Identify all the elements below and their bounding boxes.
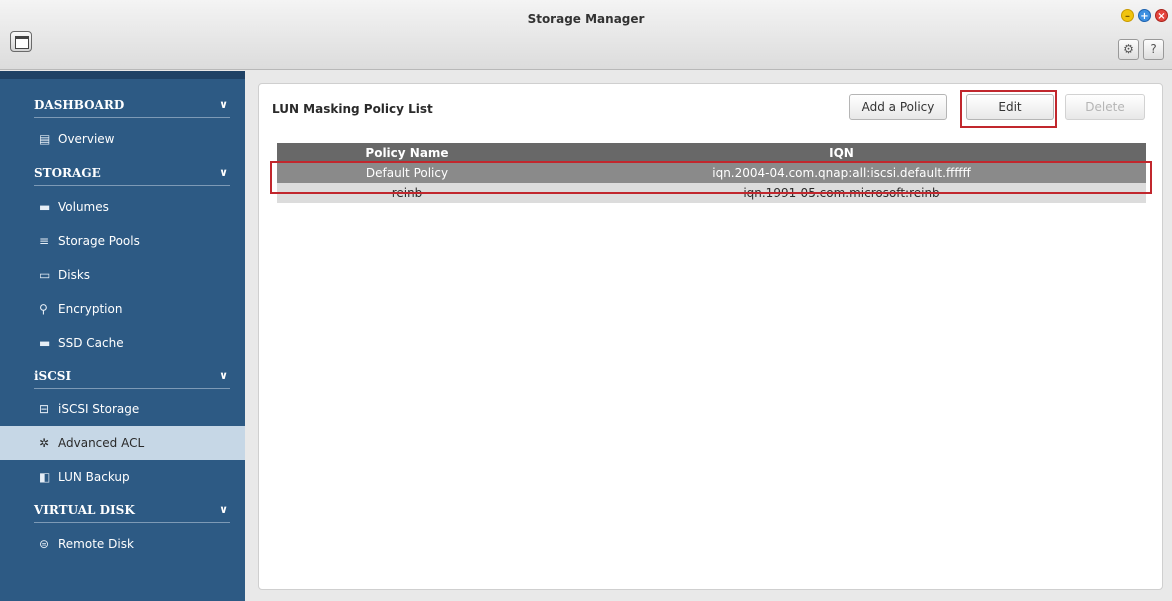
sidebar-item-lun-backup[interactable]: ◧ LUN Backup xyxy=(0,460,245,494)
sidebar-item-remote-disk[interactable]: ⊜ Remote Disk xyxy=(0,527,245,561)
iscsi-storage-icon: ⊟ xyxy=(39,402,50,416)
close-icon[interactable]: × xyxy=(1155,9,1168,22)
column-header-iqn[interactable]: IQN xyxy=(537,143,1146,163)
sidebar-category-storage[interactable]: STORAGE ∨ xyxy=(34,160,230,186)
sidebar-item-label: iSCSI Storage xyxy=(58,402,140,416)
category-label: VIRTUAL DISK xyxy=(34,503,135,517)
app-menu-icon[interactable] xyxy=(10,31,32,52)
sidebar-item-label: LUN Backup xyxy=(58,470,130,484)
storage-pools-icon: ≡ xyxy=(39,234,50,248)
sidebar-item-storage-pools[interactable]: ≡ Storage Pools xyxy=(0,224,245,258)
sidebar-item-label: Volumes xyxy=(58,200,109,214)
sidebar-category-virtual-disk[interactable]: VIRTUAL DISK ∨ xyxy=(34,497,230,523)
ssd-cache-icon: ▬ xyxy=(39,336,51,350)
sidebar-item-label: SSD Cache xyxy=(58,336,124,350)
sidebar-top-strip xyxy=(0,71,245,79)
sidebar-item-encryption[interactable]: ⚲ Encryption xyxy=(0,292,245,326)
maximize-icon[interactable]: + xyxy=(1138,9,1151,22)
volumes-icon: ▬ xyxy=(39,200,51,214)
chevron-down-icon: ∨ xyxy=(219,503,228,516)
sidebar-item-label: Remote Disk xyxy=(58,537,134,551)
page-title: LUN Masking Policy List xyxy=(272,102,433,116)
lun-backup-icon: ◧ xyxy=(39,470,51,484)
title-bar: Storage Manager – + × ⚙ ? xyxy=(0,0,1172,70)
sidebar-item-label: Encryption xyxy=(58,302,123,316)
sidebar-item-advanced-acl[interactable]: ✲ Advanced ACL xyxy=(0,426,245,460)
sidebar-item-ssd-cache[interactable]: ▬ SSD Cache xyxy=(0,326,245,360)
chevron-down-icon: ∨ xyxy=(219,166,228,179)
remote-disk-icon: ⊜ xyxy=(39,537,50,551)
gear-icon: ⚙ xyxy=(1123,42,1134,56)
gear-icon: ✲ xyxy=(39,436,50,450)
delete-button[interactable]: Delete xyxy=(1065,94,1145,120)
chevron-down-icon: ∨ xyxy=(219,369,228,382)
sidebar-item-label: Disks xyxy=(58,268,91,282)
key-icon: ⚲ xyxy=(39,302,48,316)
sidebar-item-disks[interactable]: ▭ Disks xyxy=(0,258,245,292)
table-header: Policy Name IQN xyxy=(277,143,1146,163)
help-button[interactable]: ? xyxy=(1143,39,1164,60)
edit-highlight-frame xyxy=(960,90,1057,128)
settings-gear-button[interactable]: ⚙ xyxy=(1118,39,1139,60)
add-policy-button[interactable]: Add a Policy xyxy=(849,94,947,120)
sidebar-item-label: Overview xyxy=(58,132,115,146)
main-panel: LUN Masking Policy List Add a Policy Edi… xyxy=(258,83,1163,590)
chevron-down-icon: ∨ xyxy=(219,98,228,111)
overview-icon: ▤ xyxy=(39,132,51,146)
column-header-policy-name[interactable]: Policy Name xyxy=(277,143,537,163)
window-title: Storage Manager xyxy=(527,12,645,26)
category-label: iSCSI xyxy=(34,369,72,383)
sidebar-item-label: Advanced ACL xyxy=(58,436,145,450)
disks-icon: ▭ xyxy=(39,268,51,282)
sidebar-category-dashboard[interactable]: DASHBOARD ∨ xyxy=(34,92,230,118)
sidebar-item-overview[interactable]: ▤ Overview xyxy=(0,122,245,156)
selected-row-highlight-frame xyxy=(270,161,1152,194)
sidebar-item-volumes[interactable]: ▬ Volumes xyxy=(0,190,245,224)
sidebar-item-label: Storage Pools xyxy=(58,234,140,248)
help-icon: ? xyxy=(1150,42,1157,56)
sidebar-item-iscsi-storage[interactable]: ⊟ iSCSI Storage xyxy=(0,392,245,426)
sidebar-category-iscsi[interactable]: iSCSI ∨ xyxy=(34,363,230,389)
category-label: STORAGE xyxy=(34,166,101,180)
category-label: DASHBOARD xyxy=(34,98,125,112)
sidebar: DASHBOARD ∨ ▤ Overview STORAGE ∨ ▬ Volum… xyxy=(0,71,245,601)
minimize-icon[interactable]: – xyxy=(1121,9,1134,22)
